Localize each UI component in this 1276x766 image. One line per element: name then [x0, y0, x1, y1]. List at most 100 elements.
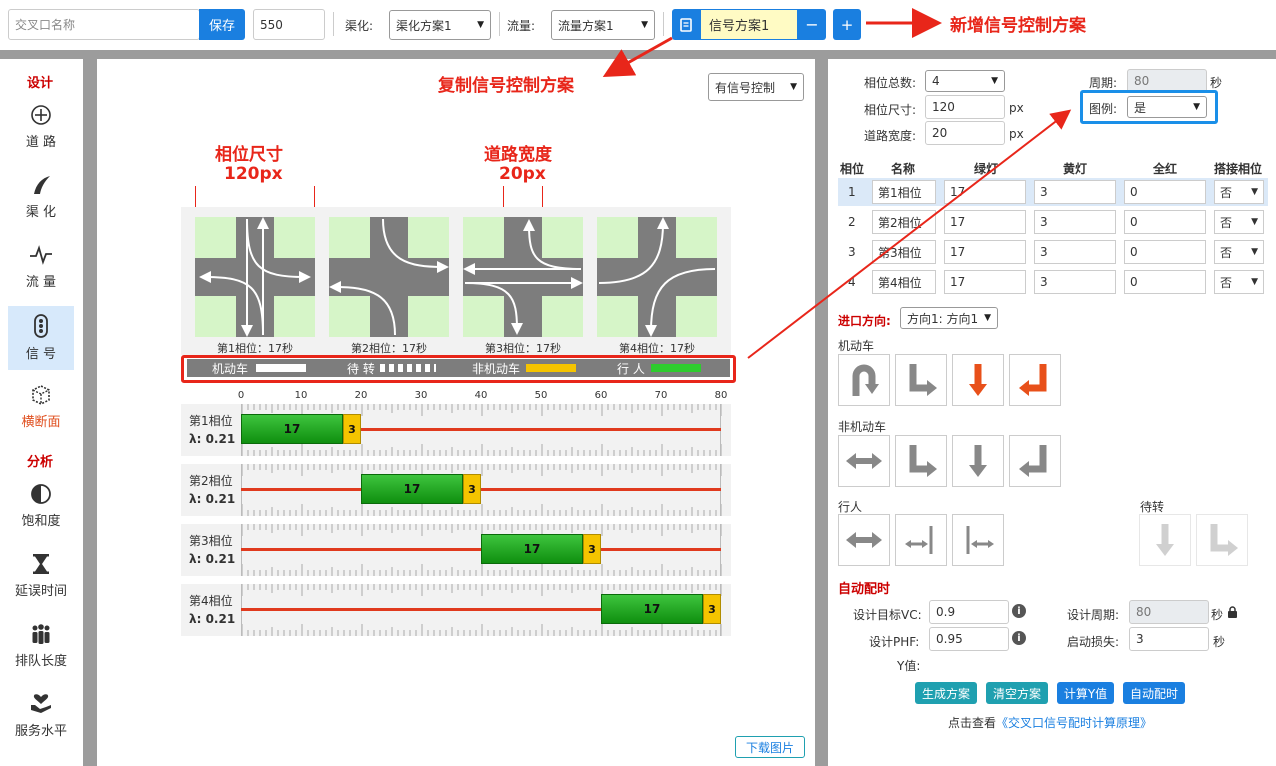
overlap-select[interactable]: 否 ▼	[1214, 240, 1264, 264]
green-time-bar[interactable]: 17	[601, 594, 703, 624]
yellow-time-bar[interactable]: 3	[583, 534, 601, 564]
phase-number: 2	[848, 215, 856, 229]
sidebar-item-delay[interactable]: 延误时间	[8, 544, 74, 608]
overlap-select[interactable]: 否 ▼	[1214, 210, 1264, 234]
calc-y-button[interactable]: 计算Y值	[1057, 682, 1114, 704]
copy-plan-button[interactable]	[672, 9, 700, 40]
down-arrow-icon	[969, 445, 987, 477]
all-red-input[interactable]: 0	[1124, 180, 1206, 204]
yellow-time-bar[interactable]: 3	[343, 414, 361, 444]
motor-through-button[interactable]	[952, 354, 1004, 406]
intersection-name-input[interactable]: 交叉口名称	[8, 9, 200, 40]
phase-table-row[interactable]: 2 第2相位 17 3 0 否 ▼	[838, 208, 1268, 236]
header-divider	[0, 50, 1276, 59]
phase-size-input[interactable]: 120	[925, 95, 1005, 119]
approach-select[interactable]: 方向1: 方向1 ▼	[900, 307, 998, 329]
motor-left-turn-button[interactable]	[1009, 354, 1061, 406]
phase-name-input[interactable]: 第3相位	[872, 240, 936, 264]
yellow-time-input[interactable]: 3	[1034, 210, 1116, 234]
phase-table-row[interactable]: 1 第1相位 17 3 0 否 ▼	[838, 178, 1268, 206]
timeline-lambda: λ: 0.21	[189, 612, 236, 626]
auto-timing-button[interactable]: 自动配时	[1123, 682, 1185, 704]
green-time-input[interactable]: 17	[944, 210, 1026, 234]
principle-link[interactable]: 《交叉口信号配时计算原理》	[996, 716, 1152, 730]
sidebar-item-label: 服务水平	[14, 724, 67, 739]
yellow-time-input[interactable]: 3	[1034, 270, 1116, 294]
nonmotor-through-button[interactable]	[952, 435, 1004, 487]
download-image-button[interactable]: 下载图片	[735, 736, 805, 758]
sidebar-item-saturation[interactable]: 饱和度	[8, 474, 74, 538]
nonmotor-left-turn-button[interactable]	[1009, 435, 1061, 487]
startup-loss-input[interactable]: 3	[1129, 627, 1209, 651]
timeline-tick-label: 50	[534, 390, 548, 401]
phase-table-row[interactable]: 3 第3相位 17 3 0 否 ▼	[838, 238, 1268, 266]
yellow-time-input[interactable]: 3	[1034, 240, 1116, 264]
sidebar-item-queue[interactable]: 排队长度	[8, 614, 74, 678]
wait-through-button[interactable]	[1139, 514, 1191, 566]
green-time-input[interactable]: 17	[944, 180, 1026, 204]
lock-icon[interactable]	[1227, 606, 1238, 618]
sidebar-item-channel[interactable]: 渠 化	[8, 165, 74, 229]
wait-right-turn-button[interactable]	[1196, 514, 1248, 566]
motor-right-turn-button[interactable]	[895, 354, 947, 406]
ped-left-bar-icon	[966, 526, 994, 554]
toolbar-divider	[663, 12, 664, 36]
all-red-input[interactable]: 0	[1124, 270, 1206, 294]
phase-arrows-2	[329, 218, 449, 336]
overlap-select[interactable]: 否 ▼	[1214, 270, 1264, 294]
clear-plan-button[interactable]: 清空方案	[986, 682, 1048, 704]
sidebar-item-service[interactable]: 服务水平	[8, 684, 74, 748]
ped-left-cross-button[interactable]	[952, 514, 1004, 566]
all-red-input[interactable]: 0	[1124, 210, 1206, 234]
phase-name-input[interactable]: 第4相位	[872, 270, 936, 294]
design-phf-input[interactable]: 0.95	[929, 627, 1009, 651]
auto-timing-title: 自动配时	[838, 582, 891, 597]
green-time-bar[interactable]: 17	[481, 534, 583, 564]
size-input[interactable]: 550	[253, 9, 325, 40]
nonmotor-bidirectional-button[interactable]	[838, 435, 890, 487]
phase-caption: 第1相位：17秒	[217, 342, 293, 355]
green-time-bar[interactable]: 17	[361, 474, 463, 504]
timeline-tick-label: 0	[237, 390, 245, 401]
nonmotor-right-turn-button[interactable]	[895, 435, 947, 487]
phase-table-row[interactable]: 4 第4相位 17 3 0 否 ▼	[838, 268, 1268, 296]
yellow-time-bar[interactable]: 3	[703, 594, 721, 624]
ped-bidirectional-button[interactable]	[838, 514, 890, 566]
green-time-bar[interactable]: 17	[241, 414, 343, 444]
all-red-input[interactable]: 0	[1124, 240, 1206, 264]
sidebar-item-signal[interactable]: 信 号	[8, 306, 74, 370]
generate-plan-button[interactable]: 生成方案	[915, 682, 977, 704]
motor-uturn-button[interactable]	[838, 354, 890, 406]
phase-total-select[interactable]: 4 ▼	[925, 70, 1005, 92]
info-icon[interactable]: i	[1012, 631, 1026, 645]
delete-plan-button[interactable]: −	[798, 9, 826, 40]
phase-number: 3	[848, 245, 856, 259]
yellow-time-input[interactable]: 3	[1034, 180, 1116, 204]
green-time-input[interactable]: 17	[944, 270, 1026, 294]
design-period-label: 设计周期:	[1067, 608, 1120, 622]
signal-plan-select[interactable]: 信号方案1	[700, 9, 798, 40]
chevron-down-icon: ▼	[477, 20, 484, 30]
timeline-lambda: λ: 0.21	[189, 492, 236, 506]
save-button[interactable]: 保存	[199, 9, 245, 40]
sidebar-item-cross-section[interactable]: 横断面	[8, 375, 74, 439]
timeline-tick-label: 70	[654, 390, 668, 401]
channel-select[interactable]: 渠化方案1 ▼	[389, 10, 491, 40]
sidebar-item-label: 饱和度	[21, 514, 61, 529]
sidebar-item-road[interactable]: 道 路	[8, 95, 74, 159]
road-width-input[interactable]: 20	[925, 121, 1005, 145]
add-plan-button[interactable]: +	[833, 9, 861, 40]
legend-toggle-select[interactable]: 是 ▼	[1127, 96, 1207, 118]
phase-name-input[interactable]: 第2相位	[872, 210, 936, 234]
overlap-select[interactable]: 否 ▼	[1214, 180, 1264, 204]
sidebar-item-flow[interactable]: 流 量	[8, 235, 74, 299]
target-vc-input[interactable]: 0.9	[929, 600, 1009, 624]
green-time-input[interactable]: 17	[944, 240, 1026, 264]
phase-name-input[interactable]: 第1相位	[872, 180, 936, 204]
flow-select[interactable]: 流量方案1 ▼	[551, 10, 655, 40]
info-icon[interactable]: i	[1012, 604, 1026, 618]
ped-right-cross-button[interactable]	[895, 514, 947, 566]
control-type-select[interactable]: 有信号控制 ▼	[708, 73, 804, 101]
col-header-yellow: 黄灯	[1063, 162, 1088, 176]
yellow-time-bar[interactable]: 3	[463, 474, 481, 504]
